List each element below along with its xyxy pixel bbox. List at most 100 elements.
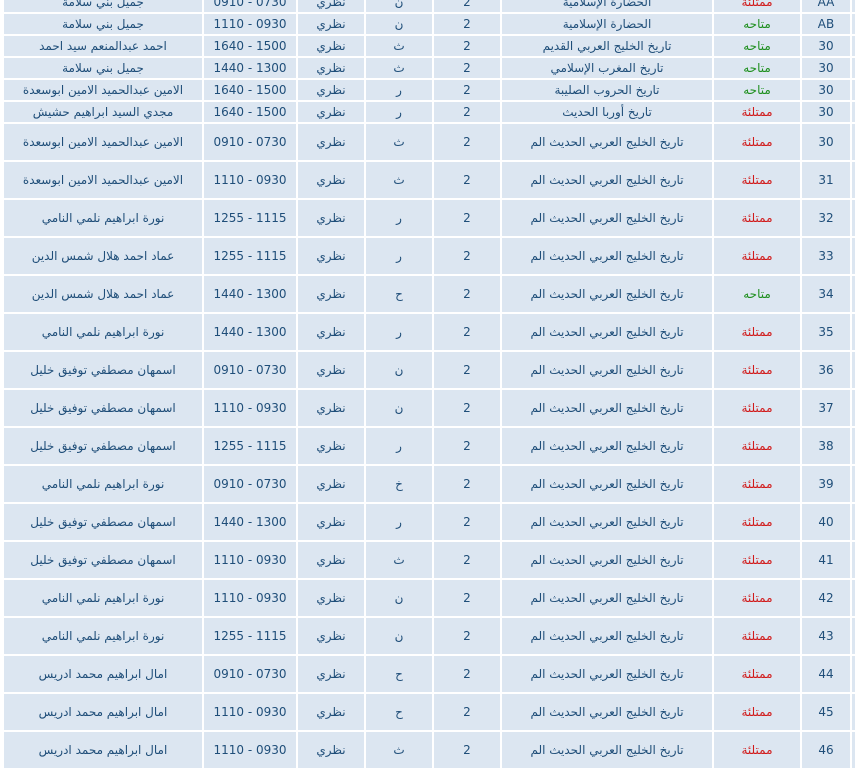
type-cell: نظري	[298, 58, 364, 78]
section-cell: 39	[802, 466, 850, 502]
type-cell: نظري	[298, 162, 364, 198]
section-cell: 35	[802, 314, 850, 350]
table-row[interactable]: 5160646ممتلئةتاريخ الخليج العربي الحديث …	[4, 732, 855, 768]
course-name-cell: تاريخ الخليج العربي الحديث الم	[502, 504, 712, 540]
time-cell: 0730 - 0910	[204, 352, 296, 388]
table-row[interactable]: 5433430متاحهتاريخ المغرب الإسلامي2ثنظري1…	[4, 58, 855, 78]
instructor-cell: عماد احمد هلال شمس الدين	[4, 238, 202, 274]
table-row[interactable]: 4432631ممتلئةتاريخ الخليج العربي الحديث …	[4, 162, 855, 198]
day-cell: ن	[366, 390, 432, 426]
credits-cell: 2	[434, 656, 500, 692]
type-cell: نظري	[298, 0, 364, 12]
section-cell: 44	[802, 656, 850, 692]
section-cell: 30	[802, 124, 850, 160]
table-row[interactable]: 5433630متاحهتاريخ الحروب الصليبة2رنظري15…	[4, 80, 855, 100]
credits-cell: 2	[434, 36, 500, 56]
day-cell: ن	[366, 352, 432, 388]
credits-cell: 2	[434, 504, 500, 540]
course-name-cell: تاريخ الخليج العربي الحديث الم	[502, 390, 712, 426]
table-row[interactable]: 5433230متاحهتاريخ الخليج العربي القديم2ث…	[4, 36, 855, 56]
type-cell: نظري	[298, 238, 364, 274]
instructor-cell: امال ابراهيم محمد ادريس	[4, 732, 202, 768]
credits-cell: 2	[434, 694, 500, 730]
table-row[interactable]: 5160143ممتلئةتاريخ الخليج العربي الحديث …	[4, 618, 855, 654]
day-cell: ث	[366, 732, 432, 768]
instructor-cell: جميل بني سلامة	[4, 58, 202, 78]
table-row[interactable]: 54650AAممتلئةالحضارة الإسلامية2ننظري0730…	[4, 0, 855, 12]
table-row[interactable]: 4433439ممتلئةتاريخ الخليج العربي الحديث …	[4, 466, 855, 502]
status-cell: ممتلئة	[714, 580, 800, 616]
table-row[interactable]: 4462340ممتلئةتاريخ الخليج العربي الحديث …	[4, 504, 855, 540]
instructor-cell: اسمهان مصطفي توفيق خليل	[4, 504, 202, 540]
time-cell: 0730 - 0910	[204, 656, 296, 692]
instructor-cell: نورة ابراهيم نلمي النامي	[4, 580, 202, 616]
section-cell: 38	[802, 428, 850, 464]
course-name-cell: الحضارة الإسلامية	[502, 0, 712, 12]
status-cell: متاحه	[714, 36, 800, 56]
type-cell: نظري	[298, 36, 364, 56]
table-row[interactable]: 4433237ممتلئةتاريخ الخليج العربي الحديث …	[4, 390, 855, 426]
time-cell: 0930 - 1110	[204, 694, 296, 730]
day-cell: ن	[366, 0, 432, 12]
status-cell: متاحه	[714, 14, 800, 34]
course-name-cell: تاريخ الخليج العربي الحديث الم	[502, 162, 712, 198]
status-cell: ممتلئة	[714, 314, 800, 350]
table-row[interactable]: 4432934متاحهتاريخ الخليج العربي الحديث ا…	[4, 276, 855, 312]
table-row[interactable]: 4433338ممتلئةتاريخ الخليج العربي الحديث …	[4, 428, 855, 464]
course-name-cell: تاريخ الخليج العربي الحديث الم	[502, 466, 712, 502]
table-row[interactable]: 4432530ممتلئةتاريخ الخليج العربي الحديث …	[4, 124, 855, 160]
course-name-cell: تاريخ الخليج العربي الحديث الم	[502, 314, 712, 350]
credits-cell: 2	[434, 102, 500, 122]
type-cell: نظري	[298, 694, 364, 730]
table-row[interactable]: 54651ABمتاحهالحضارة الإسلامية2ننظري0930 …	[4, 14, 855, 34]
day-cell: ث	[366, 36, 432, 56]
type-cell: نظري	[298, 276, 364, 312]
section-cell: 42	[802, 580, 850, 616]
type-cell: نظري	[298, 124, 364, 160]
status-cell: ممتلئة	[714, 390, 800, 426]
status-cell: ممتلئة	[714, 656, 800, 692]
instructor-cell: مجدي السيد ابراهيم حشيش	[4, 102, 202, 122]
table-row[interactable]: 4432833ممتلئةتاريخ الخليج العربي الحديث …	[4, 238, 855, 274]
status-cell: ممتلئة	[714, 694, 800, 730]
time-cell: 1300 - 1440	[204, 314, 296, 350]
table-row[interactable]: 4432732ممتلئةتاريخ الخليج العربي الحديث …	[4, 200, 855, 236]
credits-cell: 2	[434, 466, 500, 502]
type-cell: نظري	[298, 732, 364, 768]
time-cell: 1500 - 1640	[204, 36, 296, 56]
table-row[interactable]: 4433136ممتلئةتاريخ الخليج العربي الحديث …	[4, 352, 855, 388]
time-cell: 1115 - 1255	[204, 238, 296, 274]
course-name-cell: تاريخ الخليج العربي الحديث الم	[502, 656, 712, 692]
table-row[interactable]: 4433035ممتلئةتاريخ الخليج العربي الحديث …	[4, 314, 855, 350]
status-cell: ممتلئة	[714, 238, 800, 274]
credits-cell: 2	[434, 428, 500, 464]
status-cell: ممتلئة	[714, 466, 800, 502]
type-cell: نظري	[298, 200, 364, 236]
credits-cell: 2	[434, 80, 500, 100]
section-cell: AA	[802, 0, 850, 12]
type-cell: نظري	[298, 390, 364, 426]
credits-cell: 2	[434, 542, 500, 578]
course-name-cell: تاريخ الخليج العربي الحديث الم	[502, 200, 712, 236]
section-cell: 32	[802, 200, 850, 236]
course-name-cell: تاريخ الخليج العربي الحديث الم	[502, 276, 712, 312]
time-cell: 1500 - 1640	[204, 102, 296, 122]
table-row[interactable]: 5160244ممتلئةتاريخ الخليج العربي الحديث …	[4, 656, 855, 692]
schedule-body: 54650AAممتلئةالحضارة الإسلامية2ننظري0730…	[4, 0, 855, 768]
instructor-cell: اسمهان مصطفي توفيق خليل	[4, 542, 202, 578]
section-cell: 43	[802, 618, 850, 654]
time-cell: 1300 - 1440	[204, 276, 296, 312]
table-row[interactable]: 5433330ممتلئةتاريخ أوربا الحديث2رنظري150…	[4, 102, 855, 122]
type-cell: نظري	[298, 102, 364, 122]
day-cell: خ	[366, 466, 432, 502]
type-cell: نظري	[298, 542, 364, 578]
type-cell: نظري	[298, 466, 364, 502]
instructor-cell: امال ابراهيم محمد ادريس	[4, 656, 202, 692]
status-cell: ممتلئة	[714, 504, 800, 540]
table-row[interactable]: 5160445ممتلئةتاريخ الخليج العربي الحديث …	[4, 694, 855, 730]
section-cell: 37	[802, 390, 850, 426]
table-row[interactable]: 4890241ممتلئةتاريخ الخليج العربي الحديث …	[4, 542, 855, 578]
section-cell: AB	[802, 14, 850, 34]
day-cell: ر	[366, 80, 432, 100]
table-row[interactable]: 5159742ممتلئةتاريخ الخليج العربي الحديث …	[4, 580, 855, 616]
